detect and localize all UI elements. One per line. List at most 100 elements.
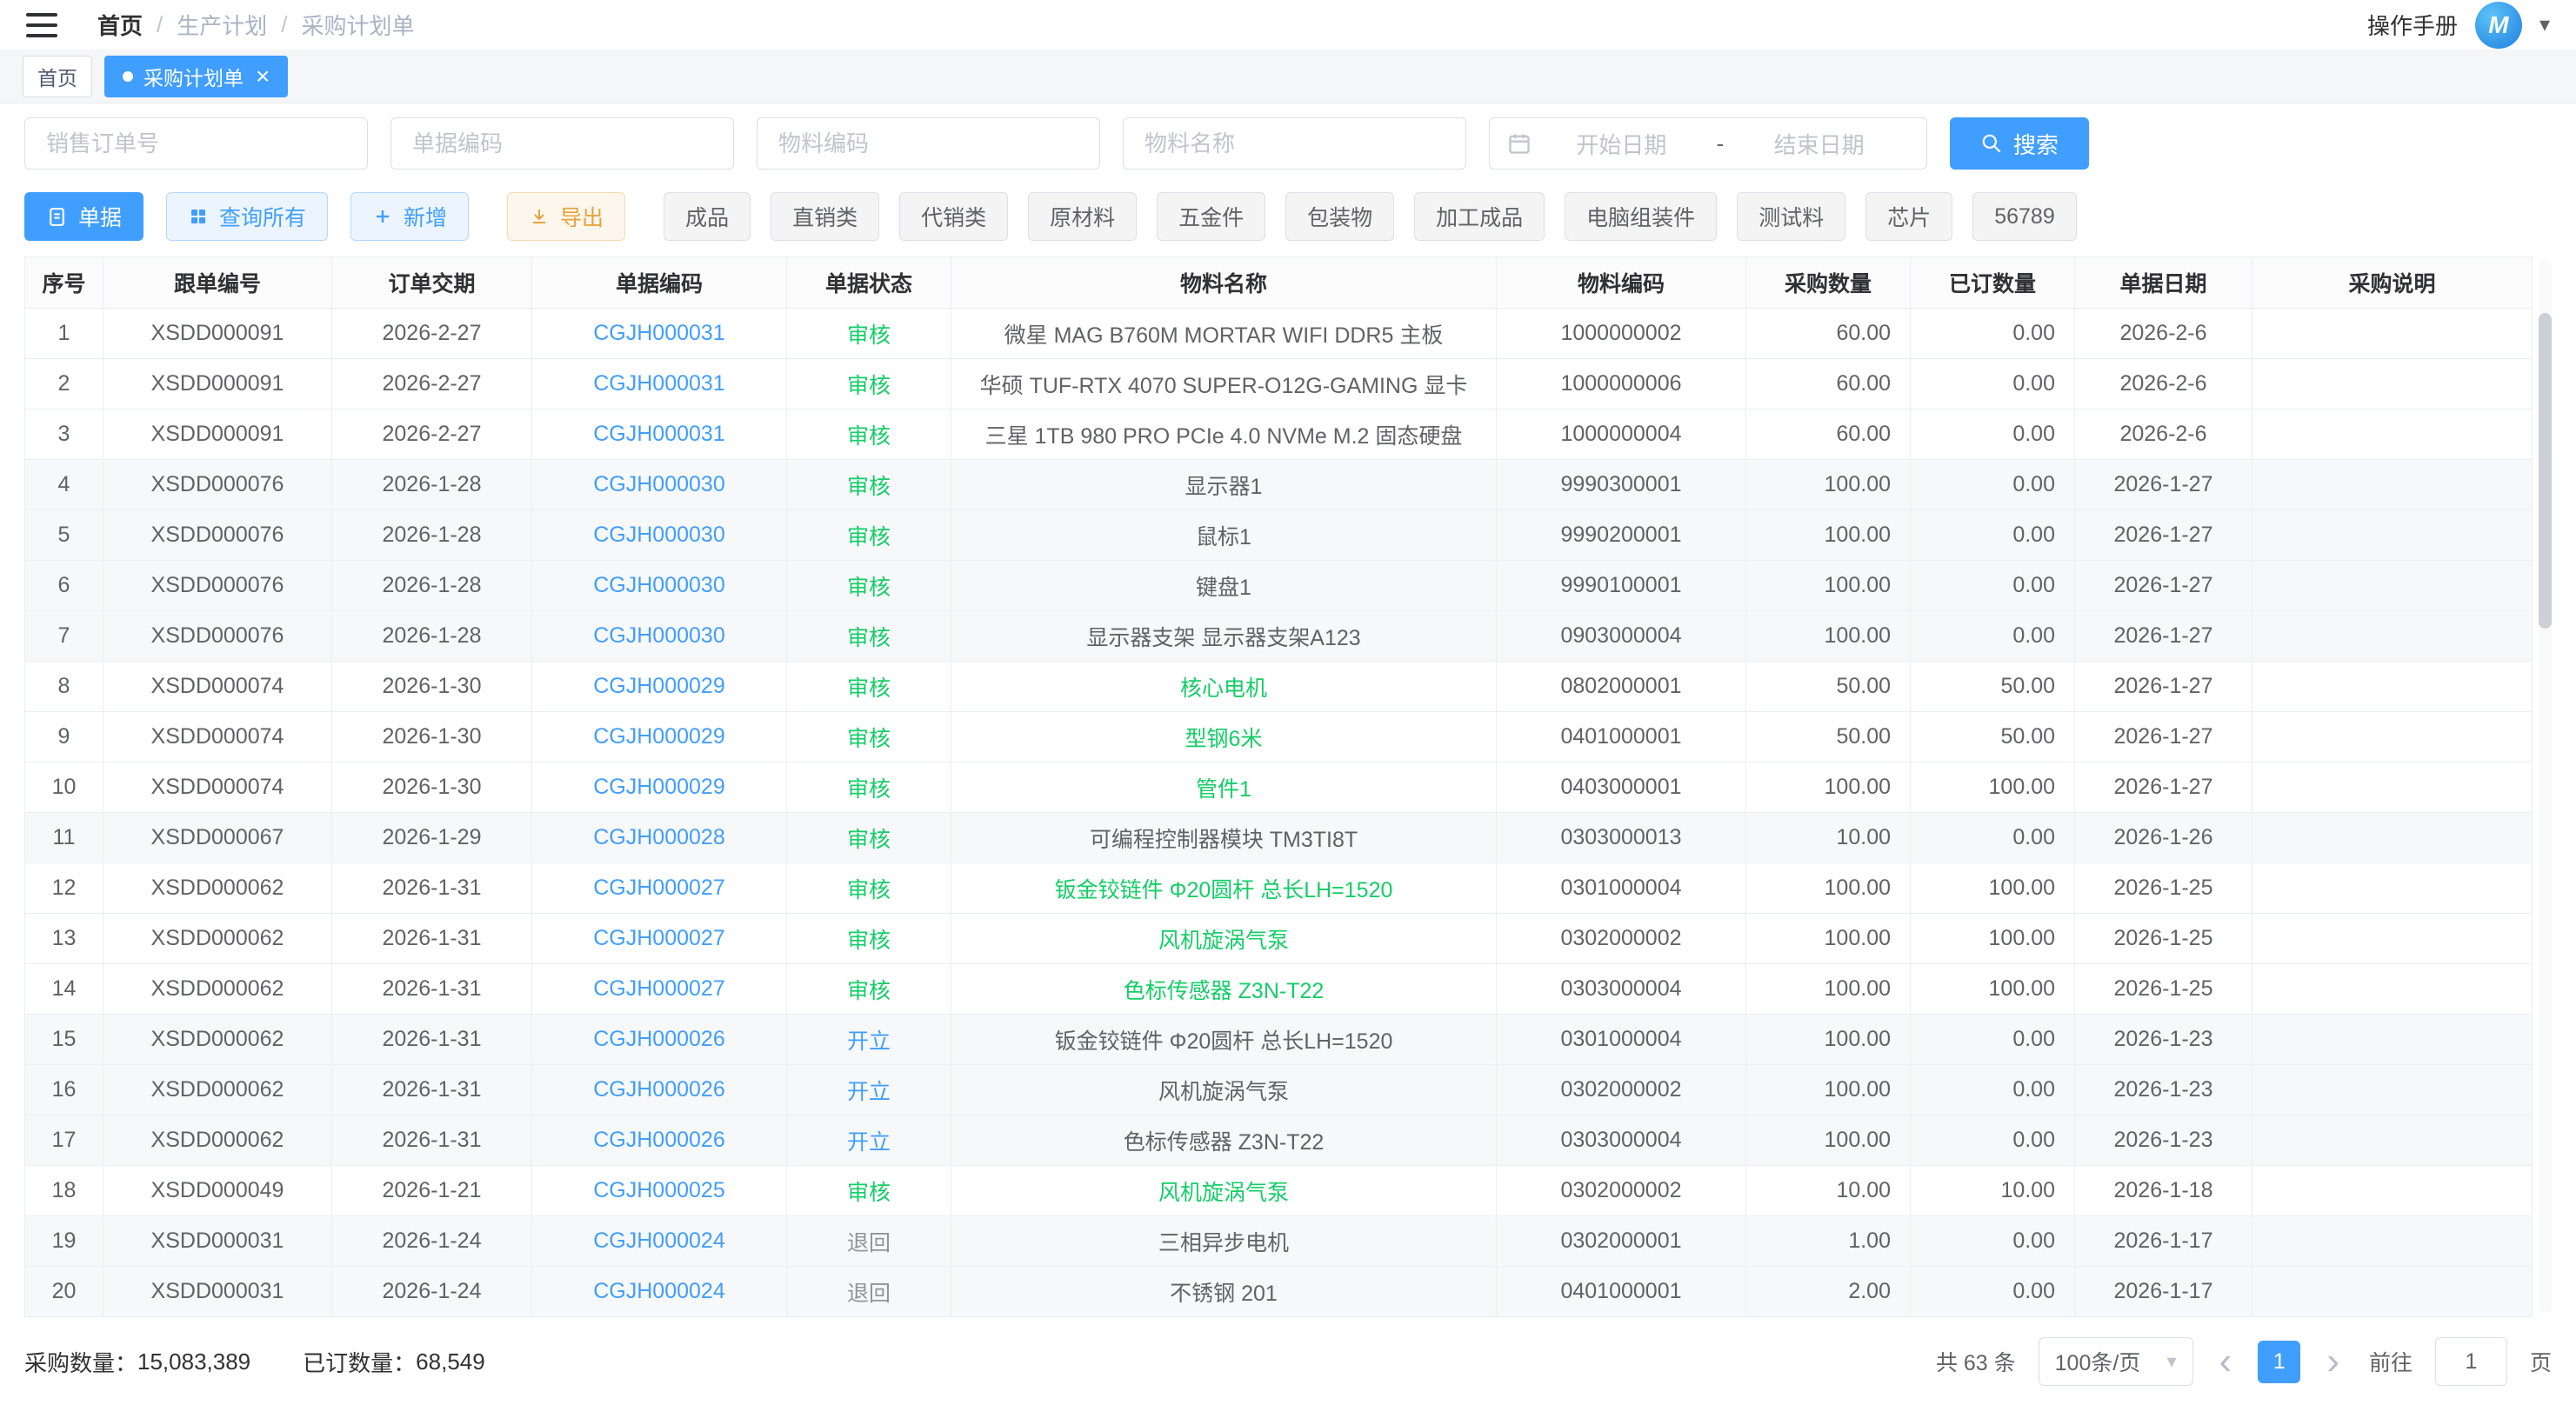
ordered-qty-cell: 0.00 <box>1911 1065 2075 1115</box>
doc-date-cell: 2026-1-27 <box>2075 611 2252 662</box>
doc-link[interactable]: CGJH000030 <box>593 623 724 648</box>
category-button[interactable]: 测试料 <box>1737 192 1845 241</box>
table-row[interactable]: 3XSDD0000912026-2-27CGJH000031审核三星 1TB 9… <box>25 410 2533 460</box>
purchase-table: 序号跟单编号订单交期单据编码单据状态物料名称物料编码采购数量已订数量单据日期采购… <box>24 256 2552 1317</box>
category-button[interactable]: 电脑组装件 <box>1565 192 1717 241</box>
search-button-label: 搜索 <box>2013 128 2059 160</box>
topbar-right: 操作手册 M ▾ <box>2367 2 2550 49</box>
table-row[interactable]: 5XSDD0000762026-1-28CGJH000030审核鼠标199902… <box>25 510 2533 561</box>
category-button[interactable]: 芯片 <box>1865 192 1952 241</box>
category-button[interactable]: 成品 <box>664 192 751 241</box>
table-row[interactable]: 13XSDD0000622026-1-31CGJH000027审核风机旋涡气泵0… <box>25 914 2533 964</box>
material-code-input[interactable] <box>757 117 1100 170</box>
order-no-cell: XSDD000062 <box>103 1115 332 1166</box>
doc-link[interactable]: CGJH000027 <box>593 976 724 1001</box>
doc-code-input[interactable] <box>390 117 734 170</box>
goto-page-input[interactable] <box>2435 1337 2507 1386</box>
doc-link[interactable]: CGJH000028 <box>593 825 724 849</box>
table-row[interactable]: 2XSDD0000912026-2-27CGJH000031审核华硕 TUF-R… <box>25 359 2533 410</box>
category-button[interactable]: 直销类 <box>771 192 879 241</box>
purchase-qty-cell: 60.00 <box>1746 359 1911 410</box>
prev-page-button[interactable]: ‹ <box>2216 1342 2236 1381</box>
doc-link[interactable]: CGJH000030 <box>593 573 724 597</box>
material-name-input[interactable] <box>1123 117 1466 170</box>
table-row[interactable]: 18XSDD0000492026-1-21CGJH000025审核风机旋涡气泵0… <box>25 1166 2533 1216</box>
tab-purchase-plan[interactable]: 采购计划单× <box>104 56 288 97</box>
search-button[interactable]: 搜索 <box>1950 117 2089 170</box>
order-no-cell: XSDD000074 <box>103 662 332 712</box>
table-row[interactable]: 4XSDD0000762026-1-28CGJH000030审核显示器19990… <box>25 460 2533 510</box>
date-range-picker[interactable]: 开始日期 - 结束日期 <box>1489 117 1927 170</box>
page-size-select[interactable]: 100条/页 ▾ <box>2039 1337 2193 1386</box>
doc-link[interactable]: CGJH000029 <box>593 775 724 799</box>
doc-no-cell: CGJH000026 <box>532 1115 787 1166</box>
export-button[interactable]: 导出 <box>507 192 625 241</box>
doc-link[interactable]: CGJH000027 <box>593 926 724 950</box>
doc-link[interactable]: CGJH000029 <box>593 674 724 698</box>
doc-link[interactable]: CGJH000024 <box>593 1279 724 1303</box>
tab-home[interactable]: 首页 <box>23 56 92 97</box>
table-row[interactable]: 6XSDD0000762026-1-28CGJH000030审核键盘199901… <box>25 561 2533 611</box>
table-row[interactable]: 1XSDD0000912026-2-27CGJH000031审核微星 MAG B… <box>25 309 2533 359</box>
breadcrumb-item[interactable]: 首页 <box>97 9 143 41</box>
scrollbar-thumb[interactable] <box>2539 313 2552 629</box>
page-number-button[interactable]: 1 <box>2258 1341 2300 1383</box>
table-row[interactable]: 20XSDD0000312026-1-24CGJH000024退回不锈钢 201… <box>25 1267 2533 1317</box>
column-header: 已订数量 <box>1911 257 2075 309</box>
category-button[interactable]: 五金件 <box>1157 192 1265 241</box>
table-row[interactable]: 12XSDD0000622026-1-31CGJH000027审核钣金铰链件 Φ… <box>25 863 2533 914</box>
doc-link[interactable]: CGJH000024 <box>593 1229 724 1253</box>
category-button[interactable]: 包装物 <box>1285 192 1394 241</box>
doc-link[interactable]: CGJH000030 <box>593 472 724 496</box>
doc-link[interactable]: CGJH000029 <box>593 724 724 749</box>
table-row[interactable]: 9XSDD0000742026-1-30CGJH000029审核型钢6米0401… <box>25 712 2533 762</box>
table-row[interactable]: 16XSDD0000622026-1-31CGJH000026开立风机旋涡气泵0… <box>25 1065 2533 1115</box>
row-index-cell: 13 <box>25 914 103 964</box>
table-row[interactable]: 11XSDD0000672026-1-29CGJH000028审核可编程控制器模… <box>25 813 2533 863</box>
category-button[interactable]: 代销类 <box>899 192 1008 241</box>
doc-link[interactable]: CGJH000030 <box>593 523 724 547</box>
due-date-cell: 2026-1-28 <box>332 561 532 611</box>
row-index-cell: 18 <box>25 1166 103 1216</box>
doc-link[interactable]: CGJH000031 <box>593 371 724 396</box>
doc-link[interactable]: CGJH000026 <box>593 1128 724 1152</box>
chevron-down-icon[interactable]: ▾ <box>2539 12 2550 37</box>
breadcrumb-separator: / <box>281 11 287 38</box>
breadcrumb-item[interactable]: 采购计划单 <box>302 9 415 41</box>
table-row[interactable]: 19XSDD0000312026-1-24CGJH000024退回三相异步电机0… <box>25 1216 2533 1267</box>
purchase-qty-cell: 100.00 <box>1746 1115 1911 1166</box>
scrollbar-track[interactable] <box>2539 260 2552 1314</box>
next-page-button[interactable]: › <box>2323 1342 2343 1381</box>
doc-link[interactable]: CGJH000031 <box>593 422 724 446</box>
table-row[interactable]: 17XSDD0000622026-1-31CGJH000026开立色标传感器 Z… <box>25 1115 2533 1166</box>
table-row[interactable]: 14XSDD0000622026-1-31CGJH000027审核色标传感器 Z… <box>25 964 2533 1015</box>
due-date-cell: 2026-1-21 <box>332 1166 532 1216</box>
date-separator: - <box>1712 130 1730 157</box>
doc-link[interactable]: CGJH000026 <box>593 1027 724 1051</box>
avatar[interactable]: M <box>2475 2 2522 49</box>
doc-link[interactable]: CGJH000031 <box>593 321 724 345</box>
material-name: 风机旋涡气泵 <box>1158 1181 1289 1205</box>
query-all-button[interactable]: 查询所有 <box>166 192 328 241</box>
status-text: 退回 <box>847 1231 891 1255</box>
manual-link[interactable]: 操作手册 <box>2367 9 2458 41</box>
doc-date-cell: 2026-1-27 <box>2075 460 2252 510</box>
doc-link[interactable]: CGJH000026 <box>593 1077 724 1102</box>
doc-button[interactable]: 单据 <box>24 192 143 241</box>
category-button[interactable]: 56789 <box>1972 192 2077 241</box>
menu-collapse-icon[interactable] <box>26 13 57 37</box>
doc-link[interactable]: CGJH000025 <box>593 1178 724 1202</box>
doc-link[interactable]: CGJH000027 <box>593 876 724 900</box>
category-button[interactable]: 加工成品 <box>1414 192 1545 241</box>
sales-order-input[interactable] <box>24 117 368 170</box>
purchase-qty-cell: 100.00 <box>1746 964 1911 1015</box>
table-row[interactable]: 15XSDD0000622026-1-31CGJH000026开立钣金铰链件 Φ… <box>25 1015 2533 1065</box>
table-row[interactable]: 10XSDD0000742026-1-30CGJH000029审核管件10403… <box>25 762 2533 813</box>
due-date-cell: 2026-1-29 <box>332 813 532 863</box>
add-button[interactable]: 新增 <box>350 192 469 241</box>
category-button[interactable]: 原材料 <box>1028 192 1137 241</box>
tab-close-icon[interactable]: × <box>256 64 270 89</box>
table-row[interactable]: 7XSDD0000762026-1-28CGJH000030审核显示器支架 显示… <box>25 611 2533 662</box>
breadcrumb-item[interactable]: 生产计划 <box>177 9 267 41</box>
table-row[interactable]: 8XSDD0000742026-1-30CGJH000029审核核心电机0802… <box>25 662 2533 712</box>
